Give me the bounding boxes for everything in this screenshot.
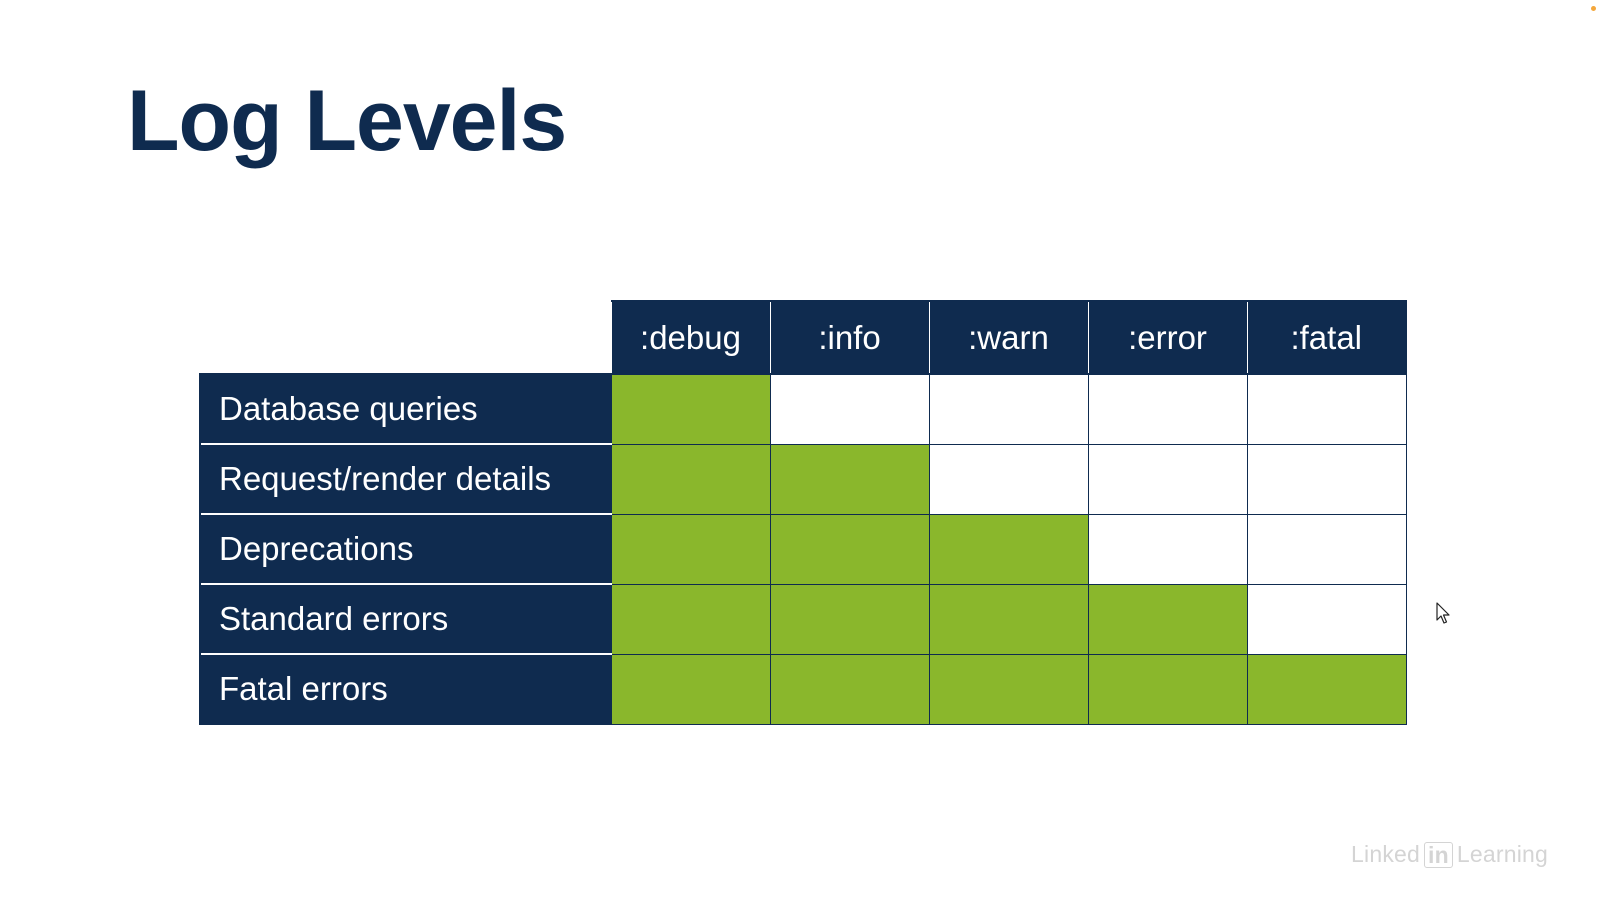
table-row: Database queries [199,373,1407,445]
row-label-standard-errors: Standard errors [199,583,611,654]
linkedin-learning-logo: Linked in Learning [1351,841,1548,868]
matrix-cell [1087,653,1248,725]
matrix-cell [610,373,771,445]
matrix-cell [610,443,771,515]
table-row: Fatal errors [199,653,1407,725]
matrix-cell [928,513,1089,585]
brand-suffix: Learning [1456,841,1548,867]
matrix-cell [928,373,1089,445]
matrix-cell [928,583,1089,655]
matrix-cell [1246,583,1407,655]
matrix-cell [769,653,930,725]
table-row: Standard errors [199,583,1407,655]
recording-indicator-dot [1591,6,1596,11]
matrix-cell [1246,653,1407,725]
matrix-cell [1246,513,1407,585]
matrix-cell [1087,443,1248,515]
matrix-cell [1246,373,1407,445]
brand-in-box: in [1424,841,1453,868]
brand-prefix: Linked [1351,841,1421,867]
matrix-cell [928,653,1089,725]
level-header-debug: :debug [610,300,771,375]
row-label-deprecations: Deprecations [199,513,611,584]
matrix-cell [1087,513,1248,585]
level-header-warn: :warn [928,300,1089,375]
table-corner [200,301,611,374]
matrix-cell [769,373,930,445]
table-row: Deprecations [199,513,1407,585]
mouse-pointer-icon [1436,602,1452,631]
log-level-matrix: :debug :info :warn :error :fatal Databas… [199,300,1407,725]
row-label-fatal-errors: Fatal errors [199,653,611,725]
level-header-error: :error [1087,300,1248,375]
table-row: Request/render details [199,443,1407,515]
level-header-info: :info [769,300,930,375]
row-label-database-queries: Database queries [199,373,611,444]
matrix-cell [610,513,771,585]
matrix-cell [610,583,771,655]
matrix-cell [769,513,930,585]
level-header-fatal: :fatal [1246,300,1407,375]
matrix-cell [610,653,771,725]
matrix-cell [769,583,930,655]
matrix-cell [1087,583,1248,655]
matrix-cell [1246,443,1407,515]
log-level-table: :debug :info :warn :error :fatal Databas… [199,300,1407,725]
slide: Log Levels :debug :info :warn :error :fa… [0,0,1600,900]
matrix-cell [1087,373,1248,445]
matrix-cell [928,443,1089,515]
slide-title: Log Levels [127,73,567,169]
matrix-cell [769,443,930,515]
level-header-row: :debug :info :warn :error :fatal [200,300,1407,375]
row-label-request-render-details: Request/render details [199,443,611,514]
